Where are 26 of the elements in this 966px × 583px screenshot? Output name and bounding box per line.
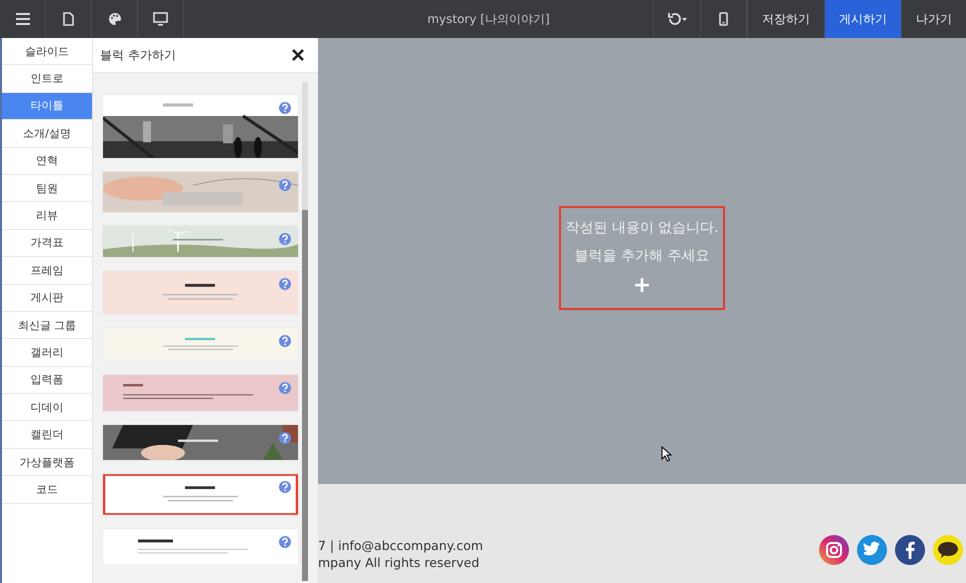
undo-icon [666,12,688,26]
help-icon[interactable] [279,432,291,444]
facebook-icon[interactable] [895,535,925,565]
category-item[interactable]: 타이틀 [2,92,92,120]
help-icon[interactable] [279,536,291,548]
empty-message: 블럭을 추가해 주세요 [574,247,710,265]
help-icon[interactable] [279,335,291,347]
help-icon[interactable] [279,179,291,191]
toolbar-button[interactable]: 게시하기 [824,0,901,38]
chat-bubble-icon[interactable] [933,535,963,565]
instagram-icon[interactable] [819,535,849,565]
footer-text: 7 | info@abccompany.com [318,537,484,554]
help-icon[interactable] [279,382,291,394]
twitter-icon[interactable] [857,535,887,565]
close-icon[interactable] [292,49,304,61]
help-icon[interactable] [279,102,291,114]
add-symbol: + [632,275,652,297]
footer-text: mpany All rights reserved [318,554,480,571]
panel-title: 블럭 추가하기 [100,46,176,64]
help-icon[interactable] [279,278,291,290]
help-icon[interactable] [279,481,291,493]
help-icon[interactable] [279,233,291,245]
document-title: mystory [나의이야기] [426,10,551,28]
scrollbar[interactable] [302,82,308,581]
empty-message: 작성된 내용이 없습니다. [565,219,719,237]
mouse-cursor-icon [661,446,672,462]
